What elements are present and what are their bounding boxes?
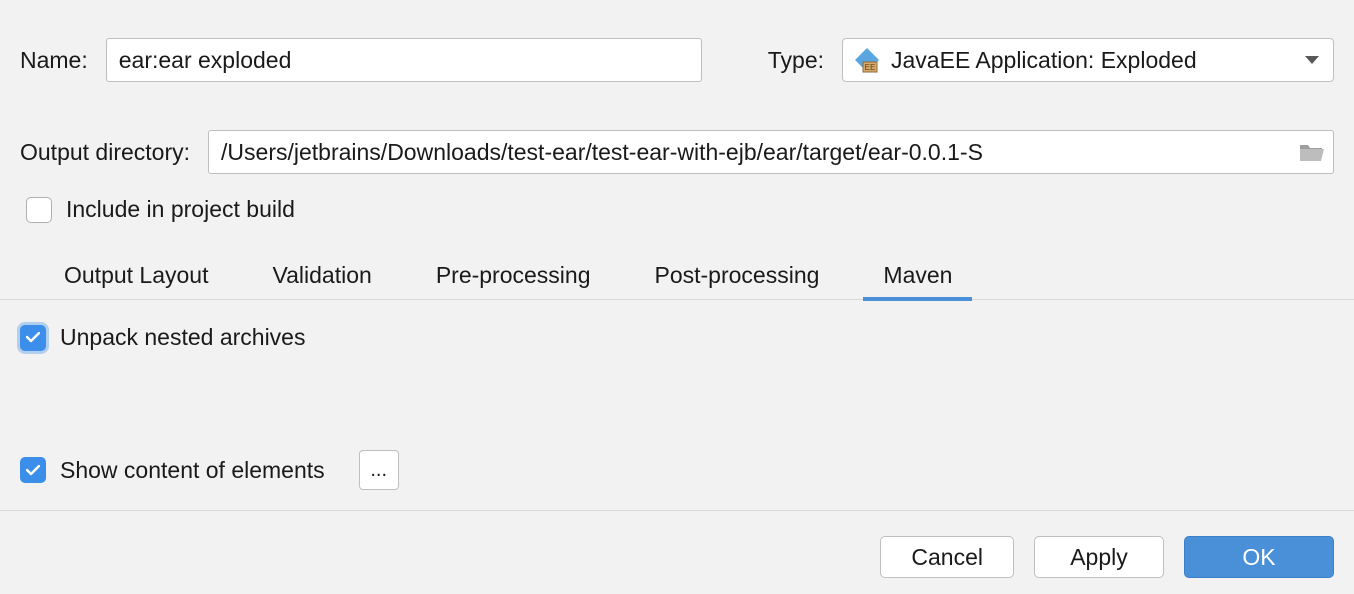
chevron-down-icon: [1305, 56, 1319, 64]
unpack-nested-archives-checkbox[interactable]: [20, 325, 46, 351]
output-directory-label: Output directory:: [20, 139, 190, 166]
type-text: JavaEE Application: Exploded: [891, 47, 1297, 74]
show-content-label: Show content of elements: [60, 457, 325, 484]
type-dropdown[interactable]: EE JavaEE Application: Exploded: [842, 38, 1334, 82]
folder-open-icon[interactable]: [1299, 141, 1325, 163]
ok-button[interactable]: OK: [1184, 536, 1334, 578]
show-content-ellipsis-button[interactable]: ...: [359, 450, 399, 490]
tabs: Output Layout Validation Pre-processing …: [0, 252, 1354, 300]
output-directory-text: /Users/jetbrains/Downloads/test-ear/test…: [221, 139, 1293, 166]
tab-post-processing[interactable]: Post-processing: [635, 262, 840, 299]
include-in-build-checkbox[interactable]: [26, 197, 52, 223]
tab-validation[interactable]: Validation: [253, 262, 392, 299]
name-label: Name:: [20, 47, 88, 74]
cancel-button[interactable]: Cancel: [880, 536, 1014, 578]
type-label: Type:: [768, 47, 824, 74]
tab-output-layout[interactable]: Output Layout: [44, 262, 229, 299]
divider: [0, 510, 1354, 511]
include-in-build-label: Include in project build: [66, 196, 295, 223]
svg-text:EE: EE: [865, 63, 876, 72]
tab-maven[interactable]: Maven: [863, 262, 972, 299]
show-content-checkbox[interactable]: [20, 457, 46, 483]
tab-pre-processing[interactable]: Pre-processing: [416, 262, 611, 299]
unpack-nested-archives-label: Unpack nested archives: [60, 324, 305, 351]
name-input[interactable]: [106, 38, 702, 82]
output-directory-field[interactable]: /Users/jetbrains/Downloads/test-ear/test…: [208, 130, 1334, 174]
apply-button[interactable]: Apply: [1034, 536, 1164, 578]
javaee-exploded-icon: EE: [853, 46, 881, 74]
